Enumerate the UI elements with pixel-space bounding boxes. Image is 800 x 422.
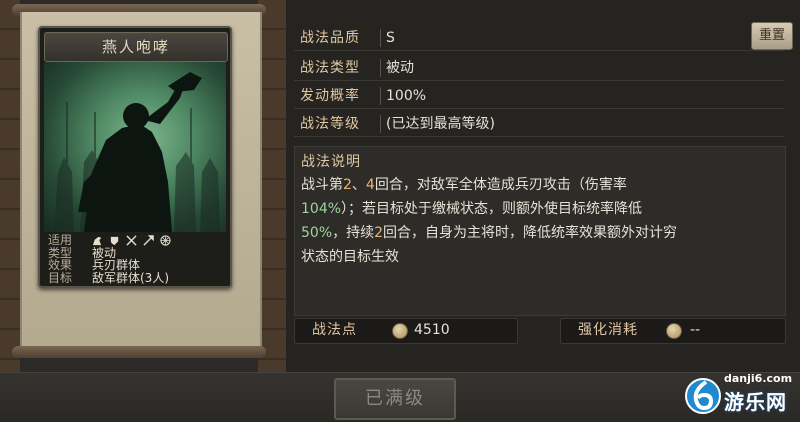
stat-separator <box>380 87 381 105</box>
info-key-effect: 效果 <box>48 258 73 272</box>
stat-row-quality: 战法品质 S <box>294 26 784 51</box>
skill-points-label: 战法点 <box>312 322 357 338</box>
description-line-4: 状态的目标生效 <box>301 249 399 265</box>
info-value-effect: 兵刃群体 <box>92 258 141 272</box>
info-key-applicable: 适用 <box>48 233 73 247</box>
stat-row-probability: 发动概率 100% <box>294 84 784 109</box>
watermark-name: 游乐网 <box>724 390 787 414</box>
description-line-2: 104%）；若目标处于缴械状态，则额外使目标统率降低 <box>301 201 643 217</box>
stat-value-quality: S <box>386 30 395 46</box>
upgrade-cost-coin-icon <box>666 323 682 339</box>
stat-label-quality: 战法品质 <box>300 30 360 46</box>
skill-points-coin-icon <box>392 323 408 339</box>
wheel-icon <box>160 235 171 246</box>
watermark-url: danji6.com <box>724 372 793 385</box>
scroll-rod-bottom <box>12 346 266 358</box>
stat-separator <box>380 29 381 47</box>
info-key-target: 目标 <box>48 270 73 285</box>
stat-separator <box>380 59 381 77</box>
info-row-effect: 效果 兵刃群体 <box>44 259 226 272</box>
info-row-applicable: 适用 <box>44 234 226 247</box>
skill-points-value: 4510 <box>414 322 450 338</box>
warrior-silhouette-icon <box>54 72 220 232</box>
cavalry-icon <box>92 236 102 245</box>
stat-value-level: (已达到最高等级) <box>386 116 495 132</box>
stat-row-level: 战法等级 (已达到最高等级) <box>294 112 784 137</box>
description-title: 战法说明 <box>301 154 361 170</box>
watermark-six-icon <box>685 378 721 414</box>
upgrade-cost-label: 强化消耗 <box>578 322 638 338</box>
watermark-logo: danji6.com 游乐网 <box>684 368 796 418</box>
crossed-bow-icon <box>126 235 137 246</box>
max-level-button[interactable]: 已满级 <box>334 378 456 420</box>
description-text: 战斗第2、4回合，对敌军全体造成兵刃攻击（伤害率 104%）；若目标处于缴械状态… <box>301 173 771 269</box>
description-line-3: 50%，持续2回合，自身为主将时，降低统率效果额外对计穷 <box>301 225 678 241</box>
skill-description-box: 战法说明 战斗第2、4回合，对敌军全体造成兵刃攻击（伤害率 104%）；若目标处… <box>294 146 786 316</box>
stat-separator <box>380 115 381 133</box>
skill-card-info: 适用 类型 被动 效果 兵刃群体 目标 敌军群体(3人) <box>44 234 226 284</box>
skill-card-title: 燕人咆哮 <box>44 32 228 62</box>
skill-card: 燕人咆哮 适用 类型 被动 效果 兵刃群体 目标 敌军群体(3人) <box>38 26 232 288</box>
reset-button[interactable]: 重置 <box>751 22 793 50</box>
info-value-target: 敌军群体(3人) <box>92 270 169 285</box>
stat-value-probability: 100% <box>386 88 427 104</box>
description-line-1: 战斗第2、4回合，对敌军全体造成兵刃攻击（伤害率 <box>301 177 627 193</box>
stat-value-type: 被动 <box>386 60 414 76</box>
wood-frame-right <box>258 0 286 421</box>
shield-icon <box>110 236 119 245</box>
stat-row-type: 战法类型 被动 <box>294 56 784 81</box>
skill-card-art <box>44 62 226 232</box>
stat-label-level: 战法等级 <box>300 116 360 132</box>
applicable-troop-icons <box>92 234 171 247</box>
stat-label-type: 战法类型 <box>300 60 360 76</box>
info-row-target: 目标 敌军群体(3人) <box>44 270 226 285</box>
stat-label-probability: 发动概率 <box>300 88 360 104</box>
upgrade-cost-value: -- <box>690 322 701 338</box>
spear-icon <box>143 234 154 246</box>
